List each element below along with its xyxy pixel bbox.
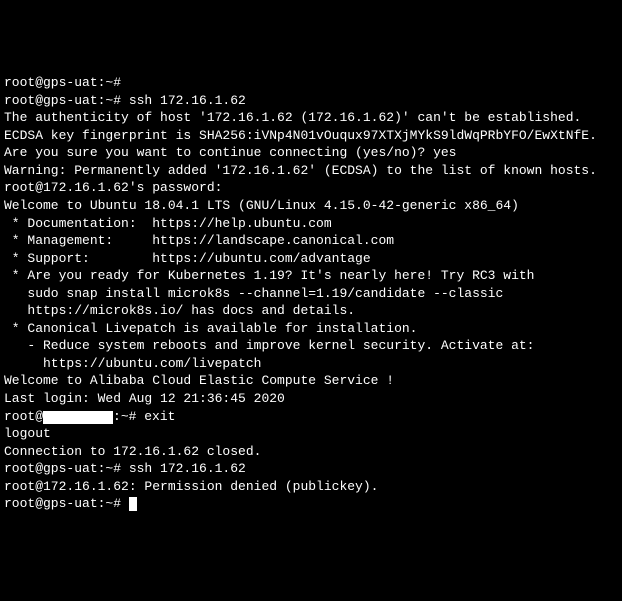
password-prompt: root@172.16.1.62's password: [4,179,618,197]
livepatch-notice: * Canonical Livepatch is available for i… [4,320,618,338]
last-login: Last login: Wed Aug 12 21:36:45 2020 [4,390,618,408]
snap-install-command: sudo snap install microk8s --channel=1.1… [4,285,618,303]
final-prompt: root@gps-uat:~# [4,495,618,513]
exit-command: :~# exit [113,409,175,424]
authenticity-warning: The authenticity of host '172.16.1.62 (1… [4,109,618,127]
support-link: * Support: https://ubuntu.com/advantage [4,250,618,268]
exit-command-line: root@ :~# exit [4,408,618,426]
documentation-link: * Documentation: https://help.ubuntu.com [4,215,618,233]
livepatch-link: https://ubuntu.com/livepatch [4,355,618,373]
management-link: * Management: https://landscape.canonica… [4,232,618,250]
cursor-block [129,497,137,511]
logout-message: logout [4,425,618,443]
permission-denied: root@172.16.1.62: Permission denied (pub… [4,478,618,496]
redacted-hostname [43,411,113,424]
prompt-text: root@gps-uat:~# [4,496,121,511]
alibaba-welcome: Welcome to Alibaba Cloud Elastic Compute… [4,372,618,390]
ssh-command-retry: root@gps-uat:~# ssh 172.16.1.62 [4,460,618,478]
connection-closed: Connection to 172.16.1.62 closed. [4,443,618,461]
ssh-command: root@gps-uat:~# ssh 172.16.1.62 [4,92,618,110]
microk8s-link: https://microk8s.io/ has docs and detail… [4,302,618,320]
livepatch-detail: - Reduce system reboots and improve kern… [4,337,618,355]
ecdsa-fingerprint: ECDSA key fingerprint is SHA256:iVNp4N01… [4,127,618,145]
warning-added-hosts: Warning: Permanently added '172.16.1.62'… [4,162,618,180]
prompt-line: root@gps-uat:~# [4,74,618,92]
continue-prompt: Are you sure you want to continue connec… [4,144,618,162]
kubernetes-notice: * Are you ready for Kubernetes 1.19? It'… [4,267,618,285]
terminal-output[interactable]: root@gps-uat:~#root@gps-uat:~# ssh 172.1… [4,74,618,513]
prompt-user: root@ [4,409,43,424]
ubuntu-welcome: Welcome to Ubuntu 18.04.1 LTS (GNU/Linux… [4,197,618,215]
